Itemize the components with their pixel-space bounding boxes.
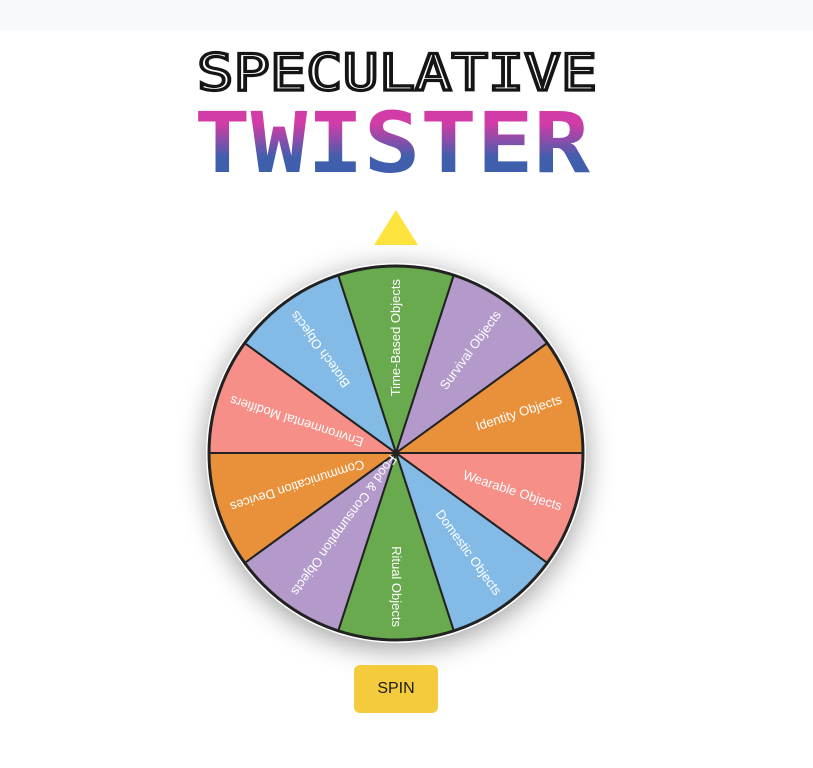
spin-button[interactable]: SPIN [354, 665, 438, 713]
wheel-svg[interactable]: Time-Based Objects Survival ObjectsIdenti… [206, 263, 586, 643]
wheel-segment-label: Ritual Objects [389, 546, 404, 627]
title-line1: SPECULATIVE [197, 48, 597, 100]
wheel-segment-label: Time-Based Objects [388, 279, 403, 397]
title-twister: TWISTER [194, 104, 590, 176]
title-line2: TWISTER [194, 104, 590, 176]
pointer-icon [374, 210, 418, 245]
wheel[interactable]: Time-Based Objects Survival Objects Identi… [206, 263, 586, 643]
title-speculative: SPECULATIVE [195, 48, 598, 100]
top-bar [0, 0, 813, 30]
